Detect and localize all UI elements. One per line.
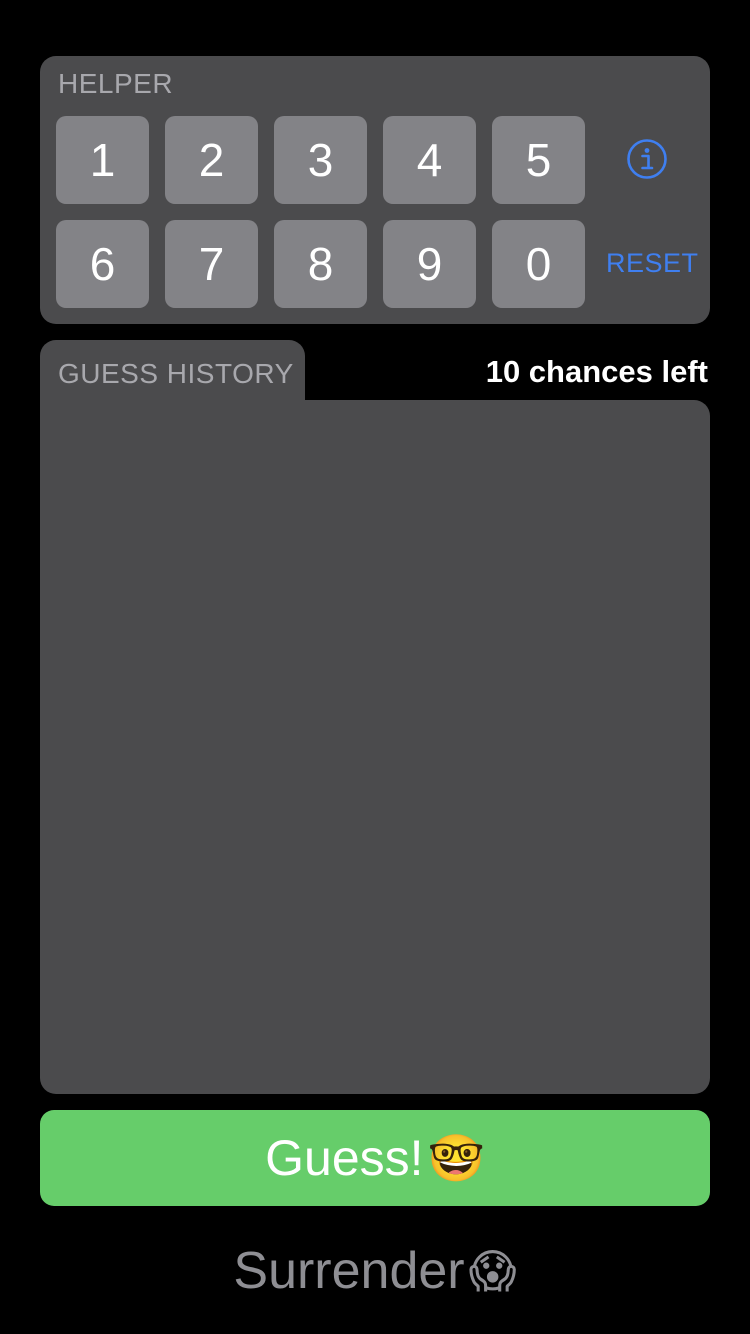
digit-key-9[interactable]: 9 xyxy=(383,220,476,308)
digit-key-2[interactable]: 2 xyxy=(165,116,258,204)
info-button[interactable] xyxy=(626,138,668,180)
digit-key-8[interactable]: 8 xyxy=(274,220,367,308)
digit-key-3[interactable]: 3 xyxy=(274,116,367,204)
digit-key-7[interactable]: 7 xyxy=(165,220,258,308)
reset-button[interactable]: RESET xyxy=(606,248,698,279)
helper-label: HELPER xyxy=(58,68,174,99)
digit-key-4[interactable]: 4 xyxy=(383,116,476,204)
surrender-button-label: Surrender xyxy=(233,1242,465,1300)
screaming-face-icon: 😱 xyxy=(468,1245,517,1297)
helper-panel: HELPER 1 2 3 4 5 6 7 8 9 0 RESET xyxy=(40,56,710,324)
digit-key-5[interactable]: 5 xyxy=(492,116,585,204)
info-circle-icon xyxy=(627,139,667,179)
guess-history-label: GUESS HISTORY xyxy=(58,358,294,389)
digit-key-1[interactable]: 1 xyxy=(56,116,149,204)
guess-button[interactable]: Guess! 🤓 xyxy=(40,1110,710,1206)
digit-key-6[interactable]: 6 xyxy=(56,220,149,308)
chances-left-text: 10 chances left xyxy=(485,354,708,389)
nerd-face-icon: 🤓 xyxy=(427,1131,485,1184)
surrender-button[interactable]: Surrender 😱 xyxy=(0,1236,750,1306)
guess-button-label: Guess! xyxy=(265,1130,424,1186)
guess-history-list[interactable] xyxy=(40,400,710,1094)
digit-key-0[interactable]: 0 xyxy=(492,220,585,308)
